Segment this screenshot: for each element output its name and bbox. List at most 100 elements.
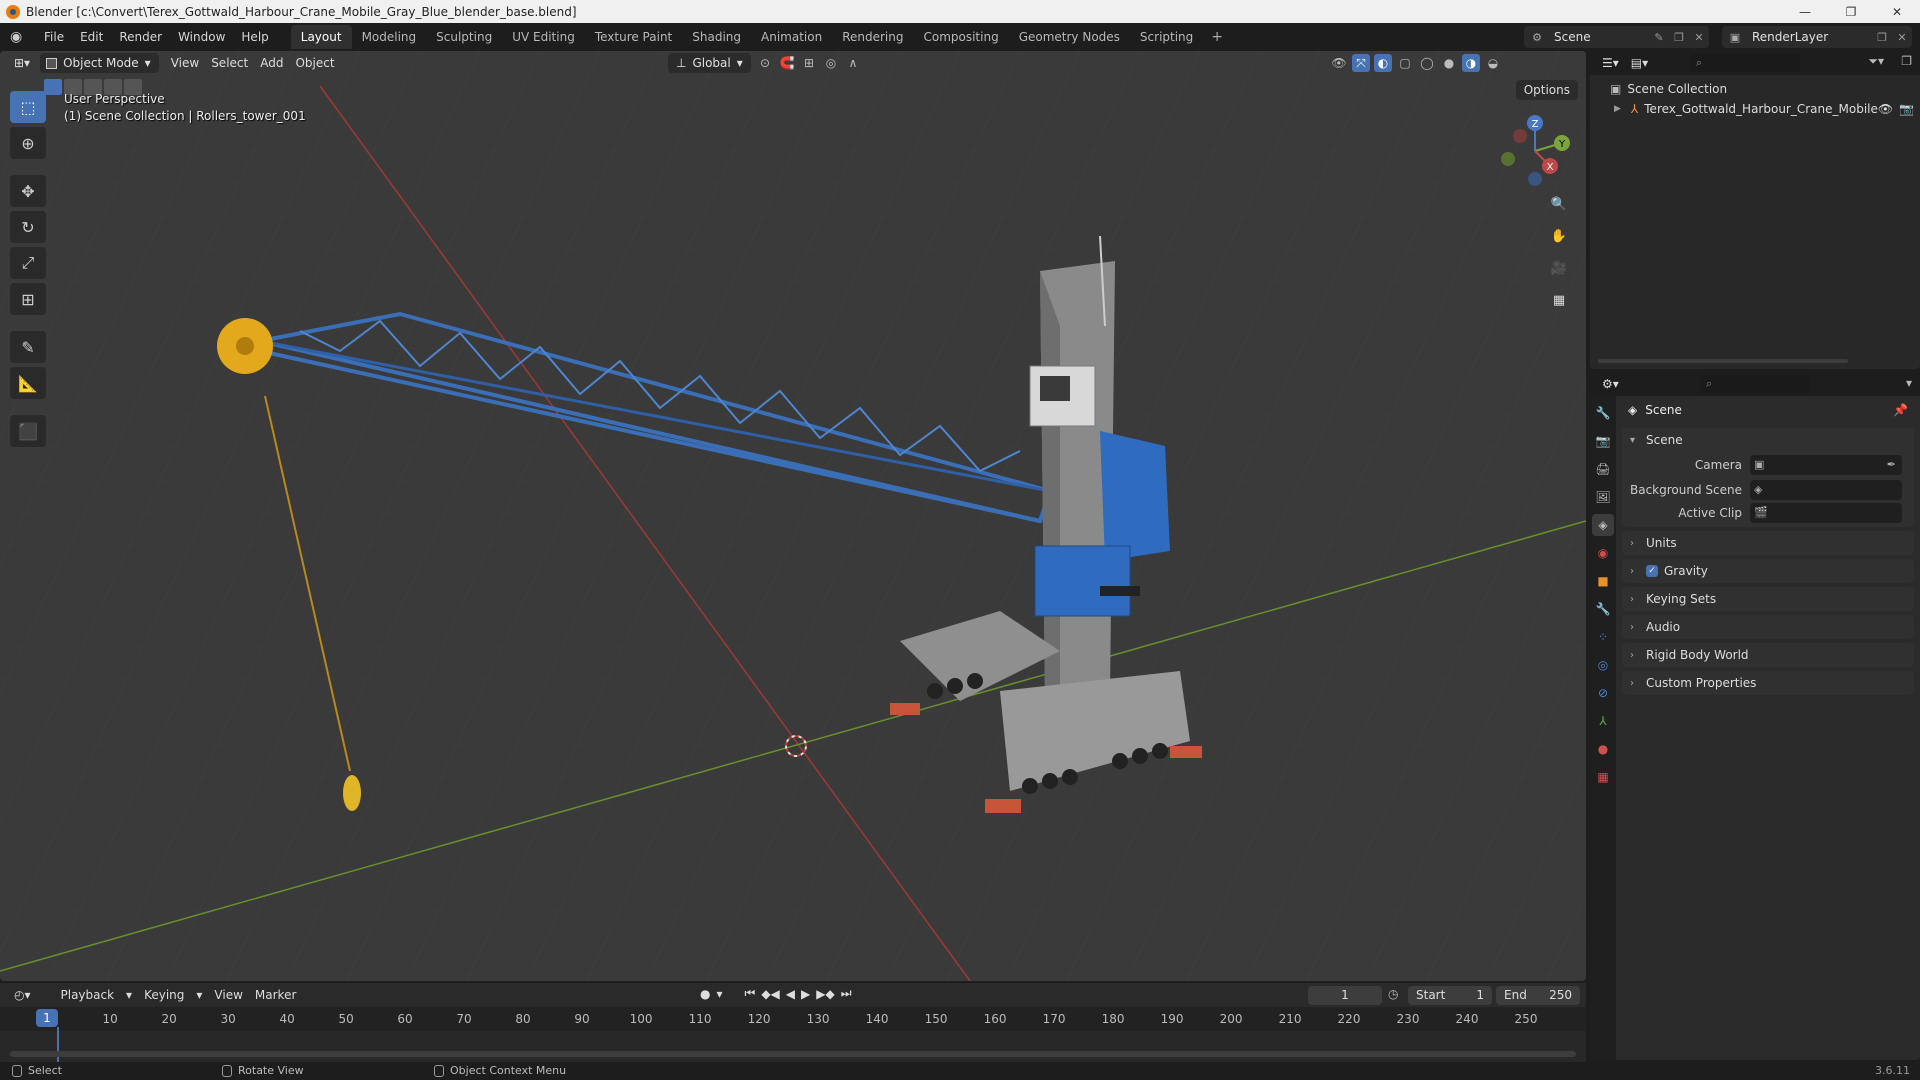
tab-sculpting[interactable]: Sculpting	[426, 25, 502, 49]
menu-file[interactable]: File	[36, 26, 72, 48]
texture-tab-icon[interactable]: ▦	[1592, 766, 1614, 788]
camera-view-icon[interactable]: 🎥	[1546, 255, 1572, 281]
transform-tool-icon[interactable]: ⊞	[10, 283, 46, 315]
menu-marker[interactable]: Marker	[249, 985, 302, 1005]
material-tab-icon[interactable]: ●	[1592, 738, 1614, 760]
add-cube-tool-icon[interactable]: ⬛	[10, 415, 46, 447]
new-scene-icon[interactable]: ❐	[1669, 31, 1689, 44]
pan-hand-icon[interactable]: ✋	[1546, 223, 1572, 249]
tab-rendering[interactable]: Rendering	[832, 25, 913, 49]
particles-tab-icon[interactable]: ⁘	[1592, 626, 1614, 648]
menu-render[interactable]: Render	[111, 26, 170, 48]
eye-icon[interactable]: 👁	[1878, 102, 1893, 116]
3d-viewport[interactable]: ⊞▾ Object Mode ▾ View Select Add Object …	[0, 51, 1586, 981]
wireframe-shading-icon[interactable]: ◯	[1418, 54, 1436, 72]
snap-icon[interactable]: 🧲	[778, 54, 796, 72]
audio-panel[interactable]: › Audio	[1622, 615, 1914, 639]
play-reverse-icon[interactable]: ◀	[786, 987, 795, 1001]
constraints-tab-icon[interactable]: ⊘	[1592, 682, 1614, 704]
render-tab-icon[interactable]: 📷	[1592, 430, 1614, 452]
jump-start-icon[interactable]: ⏮	[745, 986, 756, 1001]
render-layer-selector[interactable]: ▣ RenderLayer ❐ ✕	[1722, 26, 1912, 48]
eyedropper-icon[interactable]: ✒	[1887, 458, 1896, 471]
rendered-shading-icon[interactable]: ◒	[1484, 54, 1502, 72]
overlay-toggle-icon[interactable]: ◐	[1374, 54, 1392, 72]
keying-sets-panel[interactable]: › Keying Sets	[1622, 587, 1914, 611]
outliner-editor-type-icon[interactable]: ☰▾	[1596, 53, 1625, 73]
menu-keying[interactable]: Keying	[138, 985, 190, 1005]
menu-playback[interactable]: Playback	[55, 985, 121, 1005]
display-mode-icon[interactable]: ▤▾	[1625, 53, 1654, 73]
cursor-tool-icon[interactable]: ⊕	[10, 127, 46, 159]
menu-window[interactable]: Window	[170, 26, 233, 48]
measure-tool-icon[interactable]: 📐	[10, 367, 46, 399]
rotate-tool-icon[interactable]: ↻	[10, 211, 46, 243]
options-button[interactable]: Options	[1515, 80, 1578, 100]
background-scene-field[interactable]: ◈	[1750, 479, 1902, 500]
outliner-scrollbar[interactable]	[1598, 359, 1848, 363]
modifier-tab-icon[interactable]: 🔧	[1592, 598, 1614, 620]
proportional-edit-icon[interactable]: ◎	[822, 54, 840, 72]
outliner-search-input[interactable]: ⌕	[1690, 54, 1800, 72]
jump-end-icon[interactable]: ⏭	[841, 986, 852, 1001]
rigid-body-world-panel[interactable]: › Rigid Body World	[1622, 643, 1914, 667]
tab-modeling[interactable]: Modeling	[352, 25, 427, 49]
falloff-icon[interactable]: ∧	[844, 54, 862, 72]
material-preview-icon[interactable]: ◑	[1462, 54, 1480, 72]
tab-shading[interactable]: Shading	[682, 25, 751, 49]
active-clip-field[interactable]: 🎬	[1750, 502, 1902, 523]
visibility-icon[interactable]: 👁	[1330, 54, 1348, 72]
render-layer-name[interactable]: RenderLayer	[1744, 30, 1872, 44]
blender-logo-icon[interactable]: ◉	[10, 29, 30, 45]
view-layer-tab-icon[interactable]: 🖼	[1592, 486, 1614, 508]
xray-icon[interactable]: ▢	[1396, 54, 1414, 72]
tab-uv-editing[interactable]: UV Editing	[502, 25, 585, 49]
tab-texture-paint[interactable]: Texture Paint	[585, 25, 682, 49]
end-frame-field[interactable]: End 250	[1496, 986, 1580, 1005]
editor-type-icon[interactable]: ⊞▾	[8, 53, 36, 73]
timeline-ruler[interactable]: 1 10 20 30 40 50 60 70 80 90 100 110 120 130 140 150 16…	[0, 1007, 1586, 1031]
tool-tab-icon[interactable]: 🔧	[1592, 402, 1614, 424]
new-layer-icon[interactable]: ❐	[1872, 31, 1892, 44]
snap-target-icon[interactable]: ⊞	[800, 54, 818, 72]
prev-keyframe-icon[interactable]: ◆◀	[761, 987, 779, 1001]
output-tab-icon[interactable]: 🖨	[1592, 458, 1614, 480]
solid-shading-icon[interactable]: ●	[1440, 54, 1458, 72]
physics-tab-icon[interactable]: ◎	[1592, 654, 1614, 676]
menu-view[interactable]: View	[165, 53, 205, 73]
transform-orientation-selector[interactable]: ⊥ Global ▾	[668, 53, 751, 73]
gravity-checkbox[interactable]: ✓	[1646, 565, 1658, 577]
annotate-tool-icon[interactable]: ✎	[10, 331, 46, 363]
expand-arrow-icon[interactable]: ▶	[1614, 104, 1621, 114]
scene-name[interactable]: Scene	[1546, 30, 1649, 44]
menu-select[interactable]: Select	[205, 53, 254, 73]
pin-icon[interactable]: ✎	[1649, 31, 1669, 44]
playhead-line[interactable]	[57, 1027, 59, 1063]
timeline-scrollbar[interactable]	[10, 1051, 1576, 1057]
select-new-icon[interactable]	[44, 79, 62, 95]
record-icon[interactable]: ●	[700, 987, 710, 1001]
scene-selector[interactable]: ⚙ Scene ✎ ❐ ✕	[1524, 26, 1709, 48]
object-tab-icon[interactable]: ■	[1592, 570, 1614, 592]
mode-selector[interactable]: Object Mode ▾	[40, 53, 159, 73]
delete-scene-icon[interactable]: ✕	[1689, 31, 1709, 44]
navigation-gizmo[interactable]: Z Y X	[1490, 111, 1580, 191]
camera-field[interactable]: ▣ ✒	[1750, 454, 1902, 475]
gravity-panel[interactable]: › ✓ Gravity	[1622, 559, 1914, 583]
minimize-button[interactable]: —	[1782, 0, 1828, 23]
move-tool-icon[interactable]: ✥	[10, 175, 46, 207]
filter-icon[interactable]: ⏷▾	[1868, 54, 1884, 69]
menu-edit[interactable]: Edit	[72, 26, 111, 48]
current-frame-field[interactable]: 1	[1308, 986, 1382, 1005]
properties-search-input[interactable]: ⌕	[1700, 375, 1810, 393]
custom-properties-panel[interactable]: › Custom Properties	[1622, 671, 1914, 695]
pivot-point-icon[interactable]: ⊙	[756, 54, 774, 72]
select-box-tool-icon[interactable]: ⬚	[10, 91, 46, 123]
scale-tool-icon[interactable]: ⤢	[10, 247, 46, 279]
world-tab-icon[interactable]: ◉	[1592, 542, 1614, 564]
scene-panel-header[interactable]: ▾ Scene	[1622, 428, 1914, 452]
clock-icon[interactable]: ◷	[1388, 987, 1398, 1001]
menu-help[interactable]: Help	[233, 26, 276, 48]
tab-animation[interactable]: Animation	[751, 25, 832, 49]
add-workspace-button[interactable]: +	[1203, 29, 1231, 45]
